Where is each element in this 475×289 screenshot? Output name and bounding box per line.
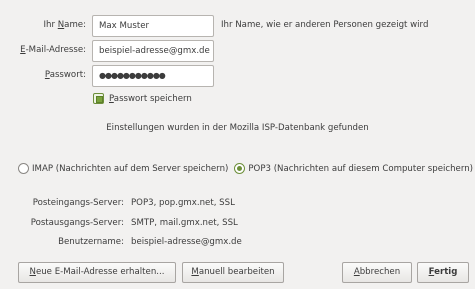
incoming-server-label: Posteingangs-Server: <box>32 198 124 208</box>
cancel-label: bbrechen <box>359 267 401 277</box>
username-value: beispiel-adresse@gmx.de <box>131 237 242 247</box>
email-input[interactable]: beispiel-adresse@gmx.de <box>92 40 214 62</box>
imap-radio-icon[interactable] <box>18 163 29 174</box>
pop3-radio-icon[interactable] <box>234 163 246 174</box>
remember-password-label: Passwort speichern <box>109 94 192 104</box>
remember-password-checkbox[interactable]: Passwort speichern <box>93 93 192 104</box>
name-label-prefix: Ihr <box>43 20 58 30</box>
manual-config-button[interactable]: Manuell bearbeiten <box>182 262 284 283</box>
new-email-address-button[interactable]: Neue E-Mail-Adresse erhalten... <box>18 262 176 283</box>
incoming-server-value: POP3, pop.gmx.net, SSL <box>131 198 235 208</box>
username-label: Benutzername: <box>58 237 124 247</box>
name-input[interactable]: Max Muster <box>92 15 214 37</box>
imap-radio-label[interactable]: IMAP (Nachrichten auf dem Server speiche… <box>32 164 228 174</box>
outgoing-server-value: SMTP, mail.gmx.net, SSL <box>131 218 238 228</box>
password-label-suffix: asswort: <box>49 70 86 80</box>
pop3-radio-label[interactable]: POP3 (Nachrichten auf diesem Computer sp… <box>248 164 473 174</box>
password-label: Passwort: <box>0 70 86 80</box>
done-button[interactable]: Fertig <box>417 262 469 283</box>
email-label-suffix: -Mail-Adresse: <box>25 45 86 55</box>
password-input[interactable]: ●●●●●●●●●●● <box>92 65 214 87</box>
name-label-suffix: ame: <box>64 20 86 30</box>
manual-accesskey: M <box>191 267 199 277</box>
outgoing-server-label: Postausgangs-Server: <box>30 218 124 228</box>
email-label: E-Mail-Adresse: <box>0 45 86 55</box>
manual-label: anuell bearbeiten <box>198 267 275 277</box>
name-label: Ihr Name: <box>0 20 86 30</box>
protocol-radio-group: IMAP (Nachrichten auf dem Server speiche… <box>18 163 475 174</box>
new-address-label: eue E-Mail-Adresse erhalten... <box>35 267 165 277</box>
cancel-button[interactable]: Abbrechen <box>342 262 412 283</box>
remember-label-suffix: asswort speichern <box>113 93 192 104</box>
name-hint: Ihr Name, wie er anderen Personen gezeig… <box>221 20 429 30</box>
checkbox-checked-icon[interactable] <box>93 93 104 104</box>
done-label: ertig <box>434 267 458 277</box>
isp-database-message: Einstellungen wurden in der Mozilla ISP-… <box>106 123 369 133</box>
account-setup-dialog: Ihr Name: Max Muster Ihr Name, wie er an… <box>0 0 475 289</box>
